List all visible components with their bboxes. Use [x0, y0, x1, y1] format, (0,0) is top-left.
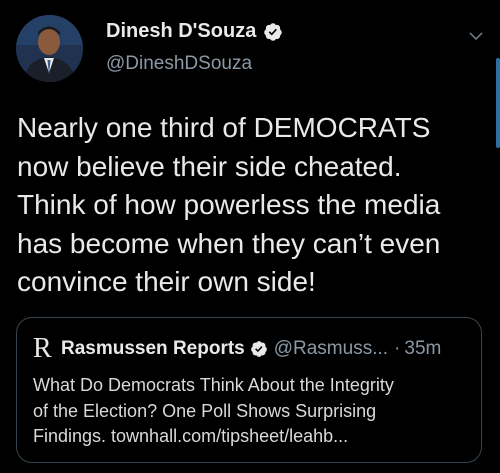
- chevron-down-icon[interactable]: [468, 28, 484, 44]
- quoted-tweet-header: R Rasmussen Reports @Rasmuss... · 35m: [33, 333, 441, 364]
- quoted-timestamp[interactable]: 35m: [404, 338, 441, 360]
- avatar[interactable]: [16, 15, 83, 82]
- quoted-author-name[interactable]: Rasmussen Reports: [61, 338, 245, 360]
- author-handle[interactable]: @DineshDSouza: [106, 53, 283, 75]
- author-name-row: Dinesh D'Souza: [106, 20, 283, 43]
- separator-dot: ·: [394, 338, 401, 359]
- scrollbar[interactable]: [496, 58, 500, 148]
- quoted-tweet[interactable]: R Rasmussen Reports @Rasmuss... · 35m Wh…: [16, 317, 482, 463]
- verified-badge-icon: [250, 341, 267, 357]
- tweet-text: Nearly one third of DEMOCRATS now believ…: [17, 112, 441, 297]
- quoted-tweet-text: What Do Democrats Think About the Integr…: [33, 375, 394, 446]
- verified-badge-icon: [264, 22, 283, 41]
- quoted-author-handle[interactable]: @Rasmuss...: [274, 338, 388, 360]
- rasmussen-logo-icon: R: [33, 333, 52, 364]
- author-block: Dinesh D'Souza @DineshDSouza: [106, 20, 283, 75]
- author-name[interactable]: Dinesh D'Souza: [106, 20, 256, 43]
- avatar-image: [16, 15, 83, 82]
